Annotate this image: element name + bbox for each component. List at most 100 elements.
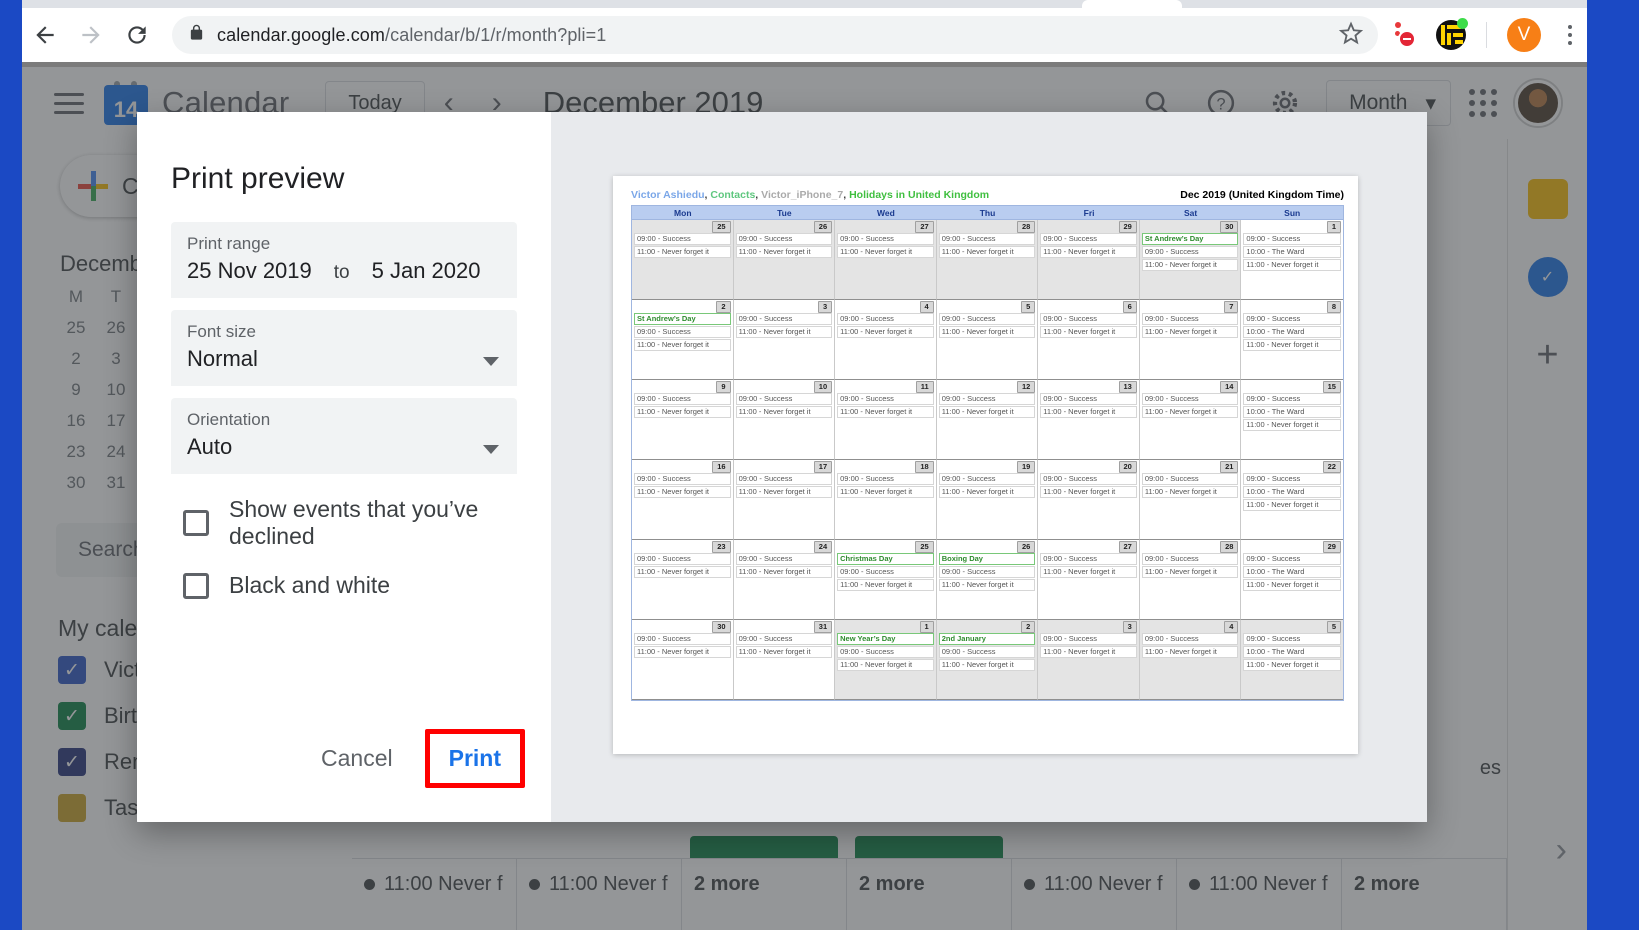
mini-day[interactable]: 30 bbox=[56, 473, 96, 493]
all-day-event-bar[interactable] bbox=[690, 836, 838, 858]
preview-day-cell: 14 09:00 - Success 11:00 - Never forget it bbox=[1139, 380, 1242, 460]
reload-icon[interactable] bbox=[114, 12, 160, 58]
preview-day-number: 26 bbox=[1016, 541, 1036, 553]
print-range-start[interactable]: 25 Nov 2019 bbox=[187, 258, 312, 284]
print-button[interactable]: Print bbox=[435, 739, 515, 778]
preview-event: 09:00 - Success bbox=[1141, 473, 1239, 485]
preview-day-cell: 26 Boxing Day 09:00 - Success 11:00 - Never… bbox=[936, 540, 1039, 620]
mini-day[interactable]: 31 bbox=[96, 473, 136, 493]
browser-tab-strip[interactable] bbox=[22, 0, 1587, 8]
mini-day[interactable]: 3 bbox=[96, 349, 136, 369]
mini-day[interactable]: 9 bbox=[56, 380, 96, 400]
mini-day[interactable]: 2 bbox=[56, 349, 96, 369]
month-day-cell[interactable]: 11:00 Never f bbox=[517, 859, 682, 930]
maze-extension-icon[interactable] bbox=[1436, 18, 1468, 50]
preview-day-cell: 24 09:00 - Success 11:00 - Never forget it bbox=[733, 540, 836, 620]
preview-event: 09:00 - Success bbox=[837, 313, 934, 325]
month-day-cell[interactable]: 11:00 Never f bbox=[1177, 859, 1342, 930]
preview-event: 11:00 - Never forget it bbox=[1040, 486, 1137, 498]
preview-day-number: 26 bbox=[813, 221, 833, 233]
mini-day[interactable]: 16 bbox=[56, 411, 96, 431]
preview-event: 11:00 - Never forget it bbox=[1243, 659, 1341, 671]
plus-icon bbox=[78, 171, 108, 201]
all-day-event-bar[interactable] bbox=[855, 836, 1003, 858]
preview-day-events: 09:00 - Success 11:00 - Never forget it bbox=[938, 313, 1036, 338]
mini-day[interactable]: 24 bbox=[96, 442, 136, 462]
mini-day[interactable]: 10 bbox=[96, 380, 136, 400]
preview-event: 11:00 - Never forget it bbox=[837, 406, 934, 418]
forward-arrow-icon[interactable] bbox=[68, 12, 114, 58]
preview-day-events: 09:00 - Success 11:00 - Never forget it bbox=[735, 553, 833, 578]
chevron-right-icon[interactable]: › bbox=[1556, 831, 1567, 870]
event-chip[interactable]: 11:00 Never f bbox=[1024, 873, 1166, 896]
preview-event: 09:00 - Success bbox=[938, 233, 1036, 245]
apps-grid-icon[interactable] bbox=[1469, 89, 1497, 117]
preview-event: 11:00 - Never forget it bbox=[1040, 246, 1137, 258]
hamburger-menu-icon[interactable] bbox=[54, 87, 84, 120]
month-day-cell[interactable]: 11:00 Never f bbox=[1012, 859, 1177, 930]
profile-avatar[interactable]: V bbox=[1507, 18, 1541, 52]
calendar-checkbox[interactable]: ✓ bbox=[58, 748, 86, 776]
preview-event: 11:00 - Never forget it bbox=[837, 486, 934, 498]
mini-day[interactable]: 26 bbox=[96, 318, 136, 338]
blocker-extension-icon[interactable] bbox=[1394, 22, 1420, 48]
url-domain: calendar.google.com bbox=[217, 24, 386, 45]
browser-tab[interactable] bbox=[1082, 0, 1182, 8]
keep-icon[interactable] bbox=[1527, 179, 1568, 219]
preview-event: 09:00 - Success bbox=[735, 553, 833, 565]
event-chip[interactable]: 11:00 Never f bbox=[364, 873, 506, 896]
three-dot-menu-icon[interactable] bbox=[1557, 25, 1587, 45]
user-avatar[interactable] bbox=[1515, 80, 1561, 126]
mini-day[interactable]: 17 bbox=[96, 411, 136, 431]
mini-day[interactable]: 23 bbox=[56, 442, 96, 462]
calendar-checkbox[interactable] bbox=[58, 794, 86, 822]
preview-day-number: 1 bbox=[1326, 221, 1341, 233]
event-chip[interactable]: 11:00 Never f bbox=[529, 873, 671, 896]
preview-event: 09:00 - Success bbox=[1141, 246, 1239, 258]
calendar-checkbox[interactable]: ✓ bbox=[58, 656, 86, 684]
month-day-cell[interactable]: 2 more bbox=[847, 836, 1012, 930]
preview-holiday-event: Boxing Day bbox=[938, 553, 1036, 565]
preview-event: 09:00 - Success bbox=[1243, 473, 1341, 485]
preview-day-events: 09:00 - Success 11:00 - Never forget it bbox=[837, 313, 934, 338]
preview-event: 09:00 - Success bbox=[938, 646, 1036, 658]
back-arrow-icon[interactable] bbox=[22, 12, 68, 58]
bookmark-star-icon[interactable] bbox=[1328, 20, 1364, 51]
font-size-select[interactable]: Font size Normal bbox=[171, 310, 517, 386]
month-day-cell[interactable]: 11:00 Never f bbox=[352, 859, 517, 930]
preview-event: 09:00 - Success bbox=[634, 393, 731, 405]
preview-holiday-event: Christmas Day bbox=[837, 553, 934, 565]
preview-event: 09:00 - Success bbox=[837, 473, 934, 485]
preview-holiday-event: New Year’s Day bbox=[837, 633, 934, 645]
preview-day-number: 11 bbox=[915, 381, 934, 393]
add-icon[interactable]: + bbox=[1528, 334, 1568, 376]
black-and-white-checkbox[interactable] bbox=[183, 572, 209, 599]
preview-event: 10:00 - The Ward bbox=[1243, 646, 1341, 658]
mini-day[interactable]: 25 bbox=[56, 318, 96, 338]
print-range-field[interactable]: Print range 25 Nov 2019 to 5 Jan 2020 bbox=[171, 222, 517, 298]
orientation-select[interactable]: Orientation Auto bbox=[171, 398, 517, 474]
orientation-label: Orientation bbox=[187, 410, 271, 429]
show-declined-checkbox-row[interactable]: Show events that you’ve declined bbox=[183, 496, 517, 550]
event-chip-label: 11:00 Never f bbox=[384, 873, 503, 895]
preview-day-cell: 7 09:00 - Success 11:00 - Never forget it bbox=[1139, 300, 1242, 380]
preview-event: 11:00 - Never forget it bbox=[1243, 579, 1341, 591]
preview-event: 10:00 - The Ward bbox=[1243, 326, 1341, 338]
month-day-cell[interactable]: 2 more bbox=[1342, 859, 1507, 930]
month-day-cell[interactable]: 2 more bbox=[682, 836, 847, 930]
print-range-end[interactable]: 5 Jan 2020 bbox=[372, 258, 481, 284]
event-chip[interactable]: 11:00 Never f bbox=[1189, 873, 1331, 896]
more-events-link[interactable]: 2 more bbox=[1354, 873, 1496, 896]
more-events-link[interactable]: 2 more bbox=[694, 873, 836, 896]
font-size-value: Normal bbox=[187, 346, 258, 371]
calendar-checkbox[interactable]: ✓ bbox=[58, 702, 86, 730]
tasks-icon[interactable]: ✓ bbox=[1527, 257, 1568, 297]
black-and-white-checkbox-row[interactable]: Black and white bbox=[183, 572, 517, 599]
address-bar[interactable]: calendar.google.com/calendar/b/1/r/month… bbox=[172, 16, 1378, 54]
cancel-button[interactable]: Cancel bbox=[305, 735, 409, 782]
preview-holiday-event: 2nd January bbox=[938, 633, 1036, 645]
more-events-link[interactable]: 2 more bbox=[859, 873, 1001, 896]
show-declined-checkbox[interactable] bbox=[183, 510, 209, 536]
preview-day-number: 18 bbox=[915, 461, 934, 473]
preview-day-number: 21 bbox=[1220, 461, 1239, 473]
